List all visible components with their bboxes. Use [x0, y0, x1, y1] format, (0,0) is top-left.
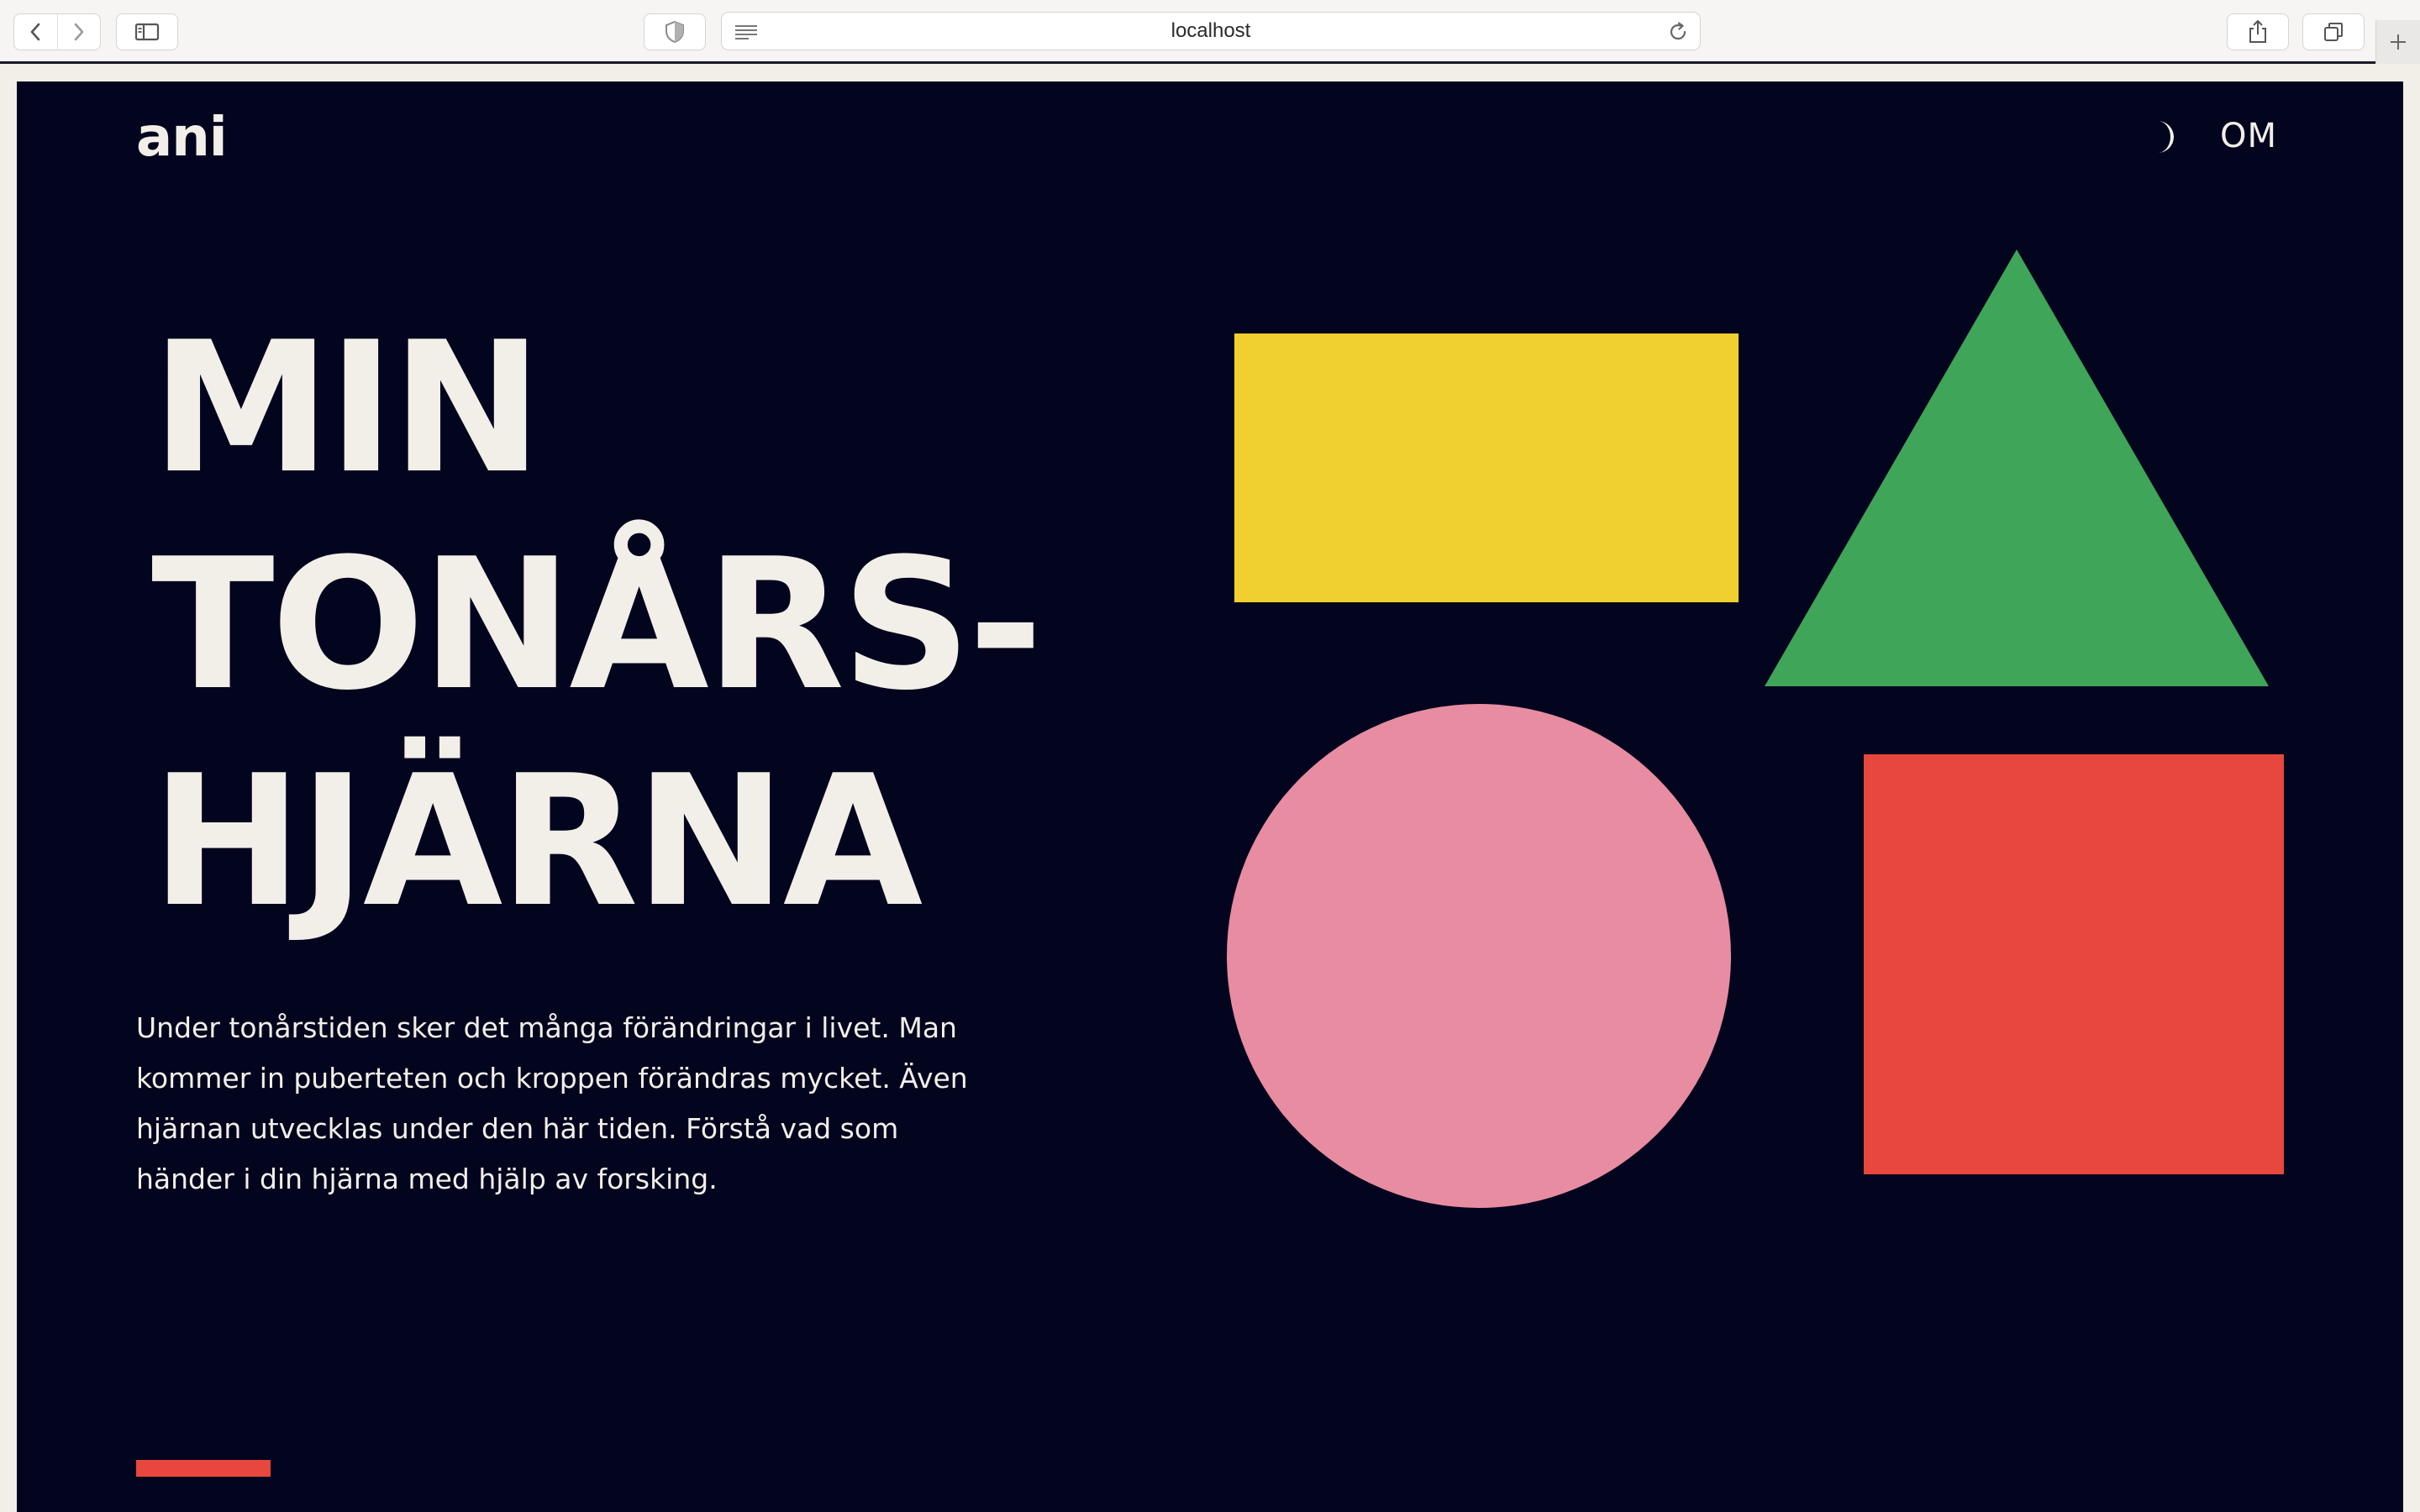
- nav-link-about[interactable]: OM: [2220, 117, 2277, 155]
- accent-bar: [136, 1460, 271, 1477]
- tab-overview-button[interactable]: [2302, 13, 2365, 50]
- headline-line: MIN: [151, 302, 543, 513]
- page-viewport: ani OM MIN TONÅRS- HJÄRNA Under tonårsti…: [17, 81, 2403, 1512]
- yellow-rectangle-shape: [1234, 333, 1739, 602]
- page-title: MIN TONÅRS- HJÄRNA: [151, 300, 1043, 950]
- url-text[interactable]: localhost: [722, 13, 1700, 50]
- address-bar[interactable]: localhost: [721, 12, 1701, 50]
- sidebar-icon: [134, 23, 160, 41]
- sidebar-button[interactable]: [116, 13, 178, 50]
- pink-circle-shape: [1227, 704, 1731, 1208]
- red-square-shape: [1864, 754, 2284, 1174]
- tabs-overview-icon: [2324, 23, 2343, 41]
- green-triangle-shape: [1765, 249, 2269, 686]
- share-icon: [2249, 20, 2266, 43]
- browser-toolbar: localhost: [0, 0, 2420, 64]
- back-button[interactable]: [14, 14, 57, 50]
- history-nav: [13, 13, 101, 50]
- headline-line: TONÅRS-: [151, 519, 1043, 730]
- headline-line: HJÄRNA: [151, 736, 923, 947]
- new-tab-button[interactable]: [2375, 20, 2420, 64]
- chevron-left-icon: [30, 23, 40, 41]
- chevron-right-icon: [74, 23, 84, 41]
- privacy-report-button[interactable]: [644, 13, 706, 50]
- forward-button[interactable]: [56, 14, 101, 50]
- intro-paragraph: Under tonårstiden sker det många förändr…: [136, 1011, 968, 1195]
- site-logo[interactable]: ani: [136, 107, 228, 169]
- reload-icon[interactable]: [1668, 22, 1688, 42]
- share-button[interactable]: [2227, 13, 2289, 50]
- moon-icon[interactable]: [2144, 117, 2185, 157]
- shield-icon: [666, 20, 684, 44]
- plus-icon: [2391, 34, 2406, 50]
